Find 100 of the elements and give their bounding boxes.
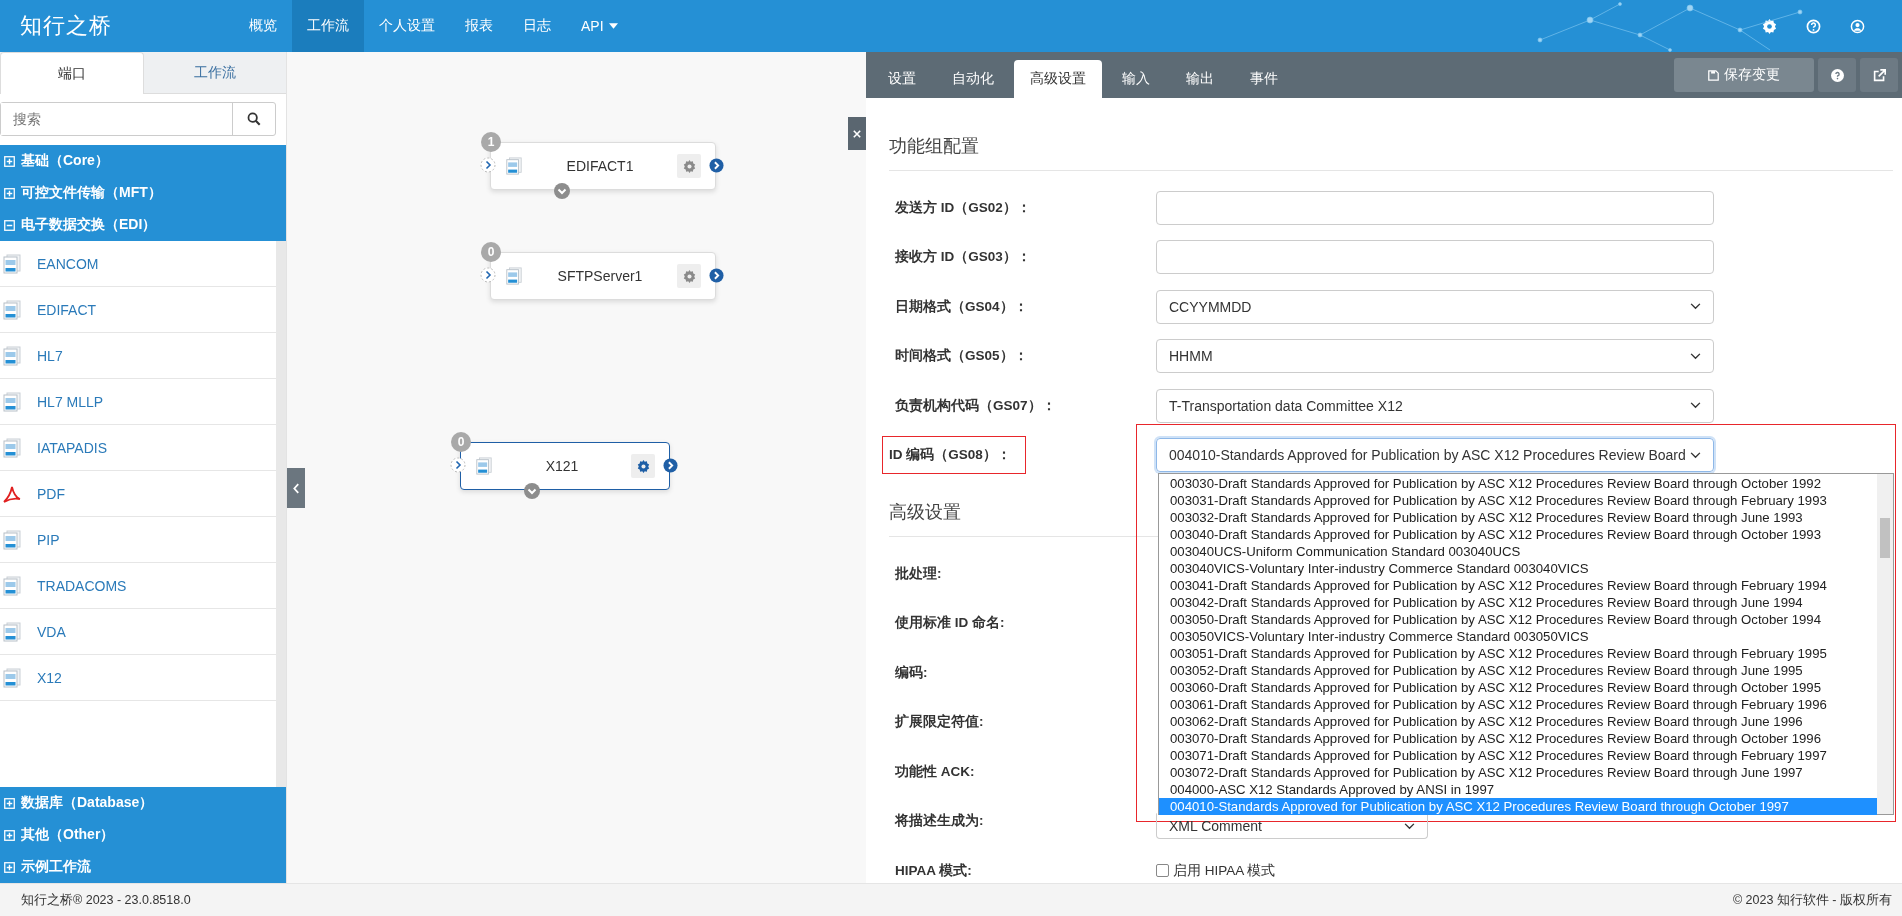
chevron-left-icon	[292, 482, 300, 494]
category-header[interactable]: 示例工作流	[0, 851, 286, 883]
connector-item[interactable]: HL7	[0, 333, 276, 379]
dropdown-option[interactable]: 003071-Draft Standards Approved for Publication by ASC X12 Procedures Review Board through February 1997	[1159, 747, 1877, 765]
dropdown-option[interactable]: 003060-Draft Standards Approved for Publication by ASC X12 Procedures Review Board through October 1995	[1159, 679, 1877, 697]
tab[interactable]: 设置	[872, 60, 932, 98]
help-button[interactable]	[1818, 58, 1856, 92]
dropdown-field[interactable]: 004010-Standards Approved for Publication by ASC X12 Procedures Review Board	[1156, 438, 1714, 473]
connector-item[interactable]: EDIFACT	[0, 287, 276, 333]
dropdown-option[interactable]: 003040-Draft Standards Approved for Publication by ASC X12 Procedures Review Board through October 1993	[1159, 526, 1877, 544]
field-label: HIPAA 模式:	[894, 861, 973, 880]
connector-item[interactable]: EANCOM	[0, 241, 276, 287]
field-label: 日期格式（GS04）：	[894, 297, 1029, 316]
category-label: 可控文件传输（MFT）	[21, 184, 162, 202]
dropdown-option[interactable]: 003040VICS-Voluntary Inter-industry Commerce Standard 003040VICS	[1159, 560, 1877, 578]
output-port-icon[interactable]	[709, 268, 724, 283]
collapse-handle[interactable]	[287, 468, 305, 508]
settings-icon[interactable]	[1762, 18, 1777, 34]
dropdown-field[interactable]: HHMM	[1156, 339, 1714, 374]
section-title: 功能组配置	[889, 134, 1893, 171]
dropdown-option[interactable]: 003041-Draft Standards Approved for Publication by ASC X12 Procedures Review Board through February 1994	[1159, 577, 1877, 595]
dropdown-option[interactable]: 003070-Draft Standards Approved for Publication by ASC X12 Procedures Review Board through October 1996	[1159, 730, 1877, 748]
settings-button[interactable]	[677, 264, 701, 288]
input-field[interactable]	[1156, 240, 1714, 275]
field-label: 接收方 ID（GS03）：	[894, 248, 1032, 267]
nav-link[interactable]: 日志	[508, 0, 566, 52]
chevron-down-icon	[1690, 402, 1701, 410]
user-icon[interactable]	[1850, 18, 1865, 34]
dropdown-option[interactable]: 003040UCS-Uniform Communication Standard 003040UCS	[1159, 543, 1877, 561]
dropdown-field[interactable]: XML Comment	[1156, 813, 1428, 840]
dropdown-option[interactable]: 003050-Draft Standards Approved for Publication by ASC X12 Procedures Review Board through October 1994	[1159, 611, 1877, 629]
category-header[interactable]: 电子数据交换（EDI）	[0, 209, 286, 241]
output-port-icon[interactable]	[663, 458, 678, 473]
expand-icon[interactable]	[554, 183, 570, 199]
version-text: 知行之桥® 2023 - 23.0.8518.0	[21, 891, 191, 909]
external-link-button[interactable]	[1860, 58, 1898, 92]
connector-item[interactable]: VDA	[0, 609, 276, 655]
chevron-down-icon	[1690, 303, 1701, 311]
settings-button[interactable]	[631, 454, 655, 478]
dropdown-option[interactable]: 003032-Draft Standards Approved for Publication by ASC X12 Procedures Review Board through June 1993	[1159, 509, 1877, 527]
tab[interactable]: 输出	[1170, 60, 1230, 98]
nav-link[interactable]: API	[566, 0, 633, 52]
nav-link[interactable]: 个人设置	[364, 0, 450, 52]
connector-item[interactable]: TRADACOMS	[0, 563, 276, 609]
dropdown-field[interactable]: T-Transportation data Committee X12	[1156, 388, 1714, 423]
dropdown-option[interactable]: 003061-Draft Standards Approved for Publication by ASC X12 Procedures Review Board through February 1996	[1159, 696, 1877, 714]
tab[interactable]: 事件	[1234, 60, 1294, 98]
scrollbar[interactable]	[276, 241, 286, 787]
checkbox-label: 启用 HIPAA 模式	[1173, 861, 1276, 880]
dropdown-option[interactable]: 003042-Draft Standards Approved for Publication by ASC X12 Procedures Review Board through June 1994	[1159, 594, 1877, 612]
input-port-icon[interactable]	[480, 157, 496, 173]
dropdown-option[interactable]: 003050VICS-Voluntary Inter-industry Commerce Standard 003050VICS	[1159, 628, 1877, 646]
category-header[interactable]: 其他（Other）	[0, 819, 286, 851]
connector-item[interactable]: PIP	[0, 517, 276, 563]
input-field[interactable]	[1156, 190, 1714, 225]
settings-button[interactable]	[677, 154, 701, 178]
external-link-icon	[1872, 68, 1886, 82]
tab[interactable]: 自动化	[936, 60, 1010, 98]
category-header[interactable]: 数据库（Database）	[0, 787, 286, 819]
output-port-icon[interactable]	[709, 158, 724, 173]
close-button[interactable]	[848, 117, 866, 150]
expand-icon[interactable]	[524, 483, 540, 499]
dropdown-option[interactable]: 003052-Draft Standards Approved for Publication by ASC X12 Procedures Review Board through June 1995	[1159, 662, 1877, 680]
dropdown-option[interactable]: 004010-Standards Approved for Publication by ASC X12 Procedures Review Board through October 1997	[1159, 798, 1877, 816]
dropdown-option[interactable]: 004000-ASC X12 Standards Approved by ANSI in 1997	[1159, 781, 1877, 799]
help-icon[interactable]	[1806, 18, 1821, 34]
expand-icon	[4, 797, 15, 809]
dropdown-option[interactable]: 003051-Draft Standards Approved for Publication by ASC X12 Procedures Review Board through February 1995	[1159, 645, 1877, 663]
settings-icon	[682, 159, 696, 173]
nav-link[interactable]: 概览	[234, 0, 292, 52]
input-port-icon[interactable]	[480, 267, 496, 283]
field-label: 编码:	[894, 663, 929, 682]
dropdown-option[interactable]: 003062-Draft Standards Approved for Publication by ASC X12 Procedures Review Board through June 1996	[1159, 713, 1877, 731]
category-label: 示例工作流	[21, 858, 91, 876]
connector-item[interactable]: X12	[0, 655, 276, 701]
document-icon	[475, 457, 493, 475]
scrollbar[interactable]	[1877, 474, 1893, 815]
nav-link[interactable]: 工作流	[292, 0, 364, 52]
connector-item[interactable]: IATAPADIS	[0, 425, 276, 471]
category-header[interactable]: 基础（Core）	[0, 145, 286, 177]
dropdown-option[interactable]: 003072-Draft Standards Approved for Publication by ASC X12 Procedures Review Board through June 1997	[1159, 764, 1877, 782]
count-badge: 1	[481, 132, 501, 152]
dropdown-field[interactable]: CCYYMMDD	[1156, 289, 1714, 324]
category-header[interactable]: 可控文件传输（MFT）	[0, 177, 286, 209]
dropdown-option[interactable]: 003030-Draft Standards Approved for Publication by ASC X12 Procedures Review Board through October 1992	[1159, 475, 1877, 493]
search-field[interactable]: 搜索	[0, 102, 276, 136]
field-label: 使用标准 ID 命名:	[894, 614, 1006, 633]
connector-item[interactable]: HL7 MLLP	[0, 379, 276, 425]
settings-icon	[682, 269, 696, 283]
save-button[interactable]: 保存变更	[1674, 58, 1814, 92]
caret-icon	[608, 23, 618, 29]
tab[interactable]: 输入	[1106, 60, 1166, 98]
dropdown-option[interactable]: 003031-Draft Standards Approved for Publication by ASC X12 Procedures Review Board through February 1993	[1159, 492, 1877, 510]
checkbox[interactable]	[1156, 864, 1169, 878]
tab[interactable]: 高级设置	[1014, 60, 1102, 98]
tab[interactable]: 端口	[0, 52, 144, 94]
close-icon	[853, 129, 861, 138]
nav-link[interactable]: 报表	[450, 0, 508, 52]
input-port-icon[interactable]	[450, 457, 466, 473]
logo[interactable]: 知行之桥	[20, 11, 234, 41]
